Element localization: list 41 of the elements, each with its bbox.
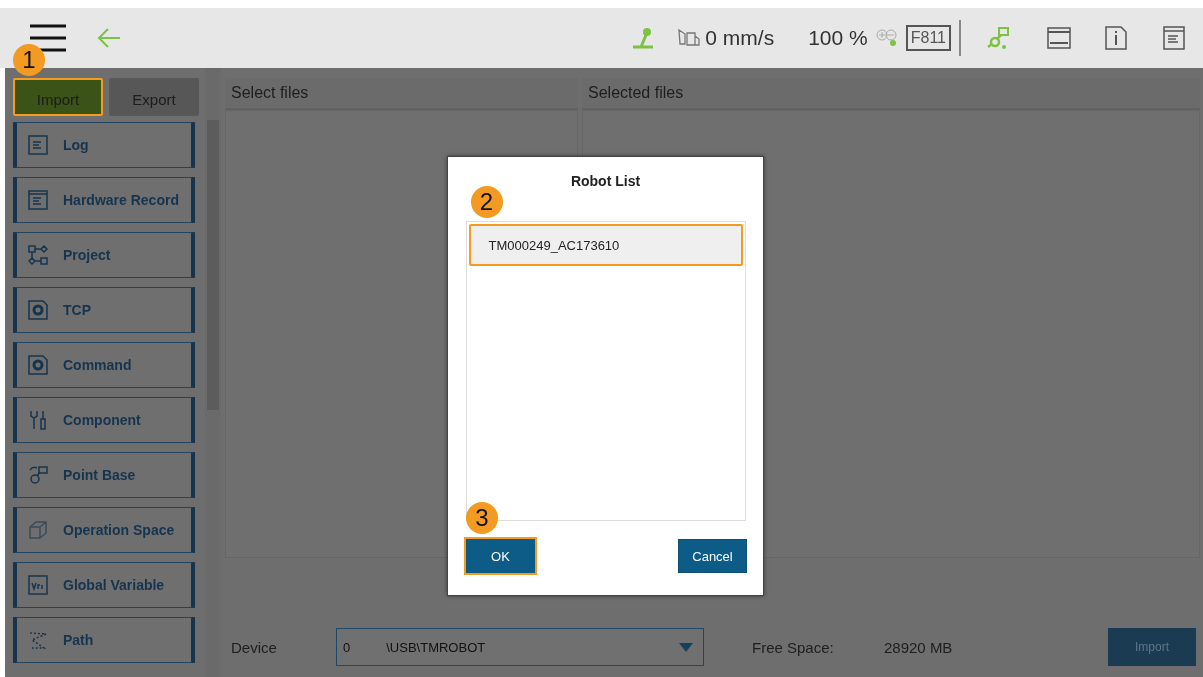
- speed-percent: 100 %: [808, 26, 868, 50]
- sidebar-item[interactable]: Global Variable: [13, 562, 195, 608]
- gear-icon: [27, 354, 49, 376]
- document-icon: [27, 189, 49, 211]
- speed-reading: 0 mm/s: [705, 26, 775, 50]
- code-label: F811: [905, 25, 951, 51]
- display-icon[interactable]: [1047, 26, 1071, 50]
- sidebar-item[interactable]: Command: [13, 342, 195, 388]
- robot-arm-icon: [27, 464, 49, 486]
- dropdown-caret-icon: [679, 642, 693, 652]
- sidebar-item[interactable]: Point Base: [13, 452, 195, 498]
- device-label: Device: [231, 638, 278, 656]
- cube-icon: [27, 519, 49, 541]
- step-badge: 2: [470, 186, 503, 218]
- flowchart-icon: [27, 244, 49, 266]
- sidebar-item[interactable]: Hardware Record: [13, 177, 195, 223]
- sidebar-item[interactable]: Component: [13, 397, 195, 443]
- import-button[interactable]: Import: [1108, 628, 1196, 666]
- sidebar-item[interactable]: Log: [13, 122, 195, 168]
- dialog-title: Robot List: [570, 173, 641, 189]
- sidebar-item[interactable]: TCP: [13, 287, 195, 333]
- tab[interactable]: Export: [109, 78, 199, 116]
- menu-icon[interactable]: [30, 24, 66, 52]
- gear-icon: [27, 299, 49, 321]
- document-icon[interactable]: [1163, 26, 1185, 50]
- path-icon: [27, 629, 49, 651]
- speed-icon: [677, 27, 702, 49]
- sidebar-item[interactable]: Path: [13, 617, 195, 663]
- free-space-label: Free Space:: [752, 638, 835, 656]
- sidebar-item[interactable]: Project: [13, 232, 195, 278]
- sidebar-item[interactable]: Operation Space: [13, 507, 195, 553]
- scrollbar[interactable]: [205, 68, 221, 677]
- document-icon: [27, 134, 49, 156]
- cancel-button[interactable]: Cancel: [678, 539, 747, 573]
- step-badge: 1: [13, 44, 45, 76]
- variable-icon: [27, 574, 49, 596]
- device-dropdown[interactable]: 0 \USB\TMROBOT: [336, 628, 704, 666]
- free-space-value: 28920 MB: [884, 638, 954, 656]
- tools-icon: [27, 409, 49, 431]
- step-badge: 3: [466, 502, 498, 534]
- info-icon[interactable]: [1105, 26, 1127, 50]
